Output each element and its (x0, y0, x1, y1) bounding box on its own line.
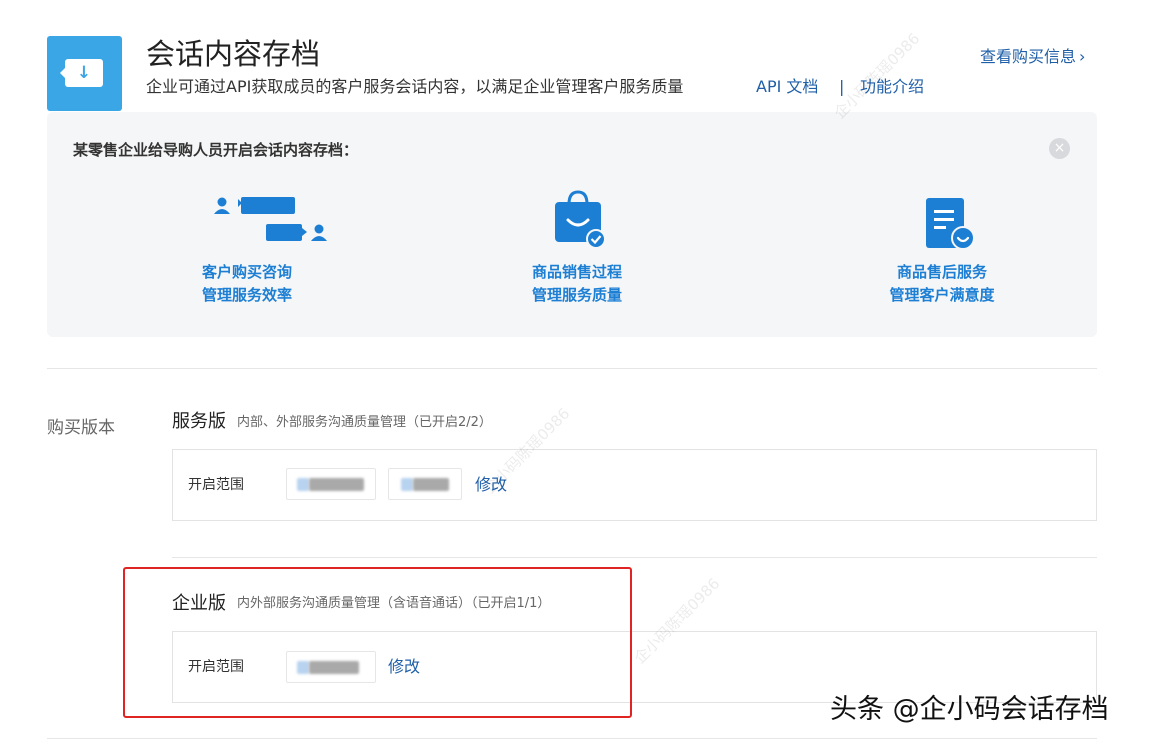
feature-aftersales-line1: 商品售后服务 (896, 263, 987, 281)
archive-download-icon: ↓ (60, 59, 103, 87)
feature-item-aftersales: 商品售后服务 管理客户满意度 (812, 196, 1072, 314)
promo-title: 某零售企业给导购人员开启会话内容存档： (73, 141, 359, 159)
watermark-text: 头条 @企小码会话存档 (830, 694, 1109, 725)
purchase-version-label: 购买版本 (47, 418, 115, 438)
feature-aftersales-line2: 管理客户满意度 (889, 286, 995, 304)
feature-consult-line1: 客户购买咨询 (201, 263, 292, 281)
purchase-info-link[interactable]: 查看购买信息 › (980, 46, 1085, 68)
page-description: 企业可通过API获取成员的客户服务会话内容，以满足企业管理客户服务质量 (146, 77, 684, 96)
close-icon[interactable]: × (1049, 138, 1070, 159)
scope-member-chip[interactable] (388, 468, 462, 500)
section-divider-bottom (47, 738, 1097, 739)
service-plan-description: 内部、外部服务沟通质量管理（已开启2/2） (237, 415, 492, 430)
service-scope-label: 开启范围 (188, 477, 244, 493)
purchase-info-label: 查看购买信息 (980, 47, 1077, 66)
service-scope-box: 开启范围 修改 (172, 449, 1097, 521)
after-sales-doc-icon (926, 198, 975, 250)
shopping-bag-icon (555, 190, 606, 249)
service-plan-name: 服务版 (172, 411, 226, 432)
plan-divider (172, 557, 1097, 558)
api-doc-link[interactable]: API 文档 (756, 76, 818, 98)
page-title: 会话内容存档 (146, 37, 321, 71)
feature-item-consult: 客户购买咨询 管理服务效率 (117, 194, 377, 314)
feature-consult-line2: 管理服务效率 (201, 286, 292, 304)
highlight-annotation-box (123, 567, 632, 718)
chevron-right-icon: › (1079, 47, 1086, 66)
feature-sales-line1: 商品销售过程 (531, 263, 622, 281)
promo-card: 某零售企业给导购人员开启会话内容存档： × 客户购买咨询 管理服务效率 商品销售… (47, 112, 1097, 337)
chat-consult-icon (214, 197, 327, 241)
app-icon: ↓ (47, 36, 122, 111)
section-divider (47, 368, 1097, 369)
feature-sales-line2: 管理服务质量 (531, 286, 622, 304)
feature-item-sales: 商品销售过程 管理服务质量 (447, 190, 707, 314)
scope-member-chip[interactable] (286, 468, 376, 500)
